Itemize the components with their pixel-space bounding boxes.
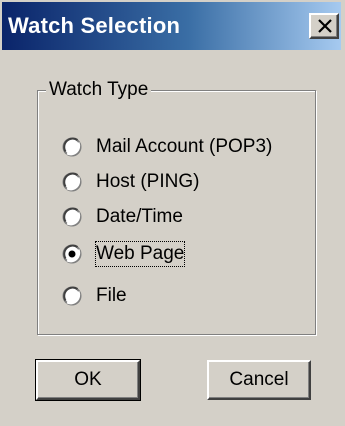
option-file[interactable]: File	[62, 282, 127, 310]
option-label: Mail Account (POP3)	[96, 136, 273, 157]
radio-button[interactable]	[62, 137, 82, 157]
radio-button[interactable]	[62, 207, 82, 227]
watch-selection-dialog: Watch Selection Watch Type Mail Account …	[0, 0, 345, 426]
watch-type-label: Watch Type	[46, 78, 152, 102]
option-label: Web Page	[94, 241, 186, 267]
option-label: Host (PING)	[96, 171, 200, 192]
radio-button[interactable]	[62, 172, 82, 192]
radio-selected-dot	[68, 250, 76, 258]
ok-button[interactable]: OK	[35, 359, 141, 401]
option-label: Date/Time	[96, 206, 183, 227]
radio-button-selected[interactable]	[62, 244, 82, 264]
cancel-button[interactable]: Cancel	[207, 360, 311, 400]
option-date-time[interactable]: Date/Time	[62, 203, 183, 231]
option-mail-account[interactable]: Mail Account (POP3)	[62, 133, 272, 161]
option-web-page[interactable]: Web Page	[62, 240, 186, 268]
close-icon	[318, 19, 332, 33]
option-host-ping[interactable]: Host (PING)	[62, 168, 199, 196]
option-label: File	[96, 285, 127, 306]
close-button[interactable]	[309, 13, 339, 39]
title-bar[interactable]: Watch Selection	[2, 2, 341, 50]
radio-button[interactable]	[62, 286, 82, 306]
dialog-title: Watch Selection	[8, 13, 181, 38]
